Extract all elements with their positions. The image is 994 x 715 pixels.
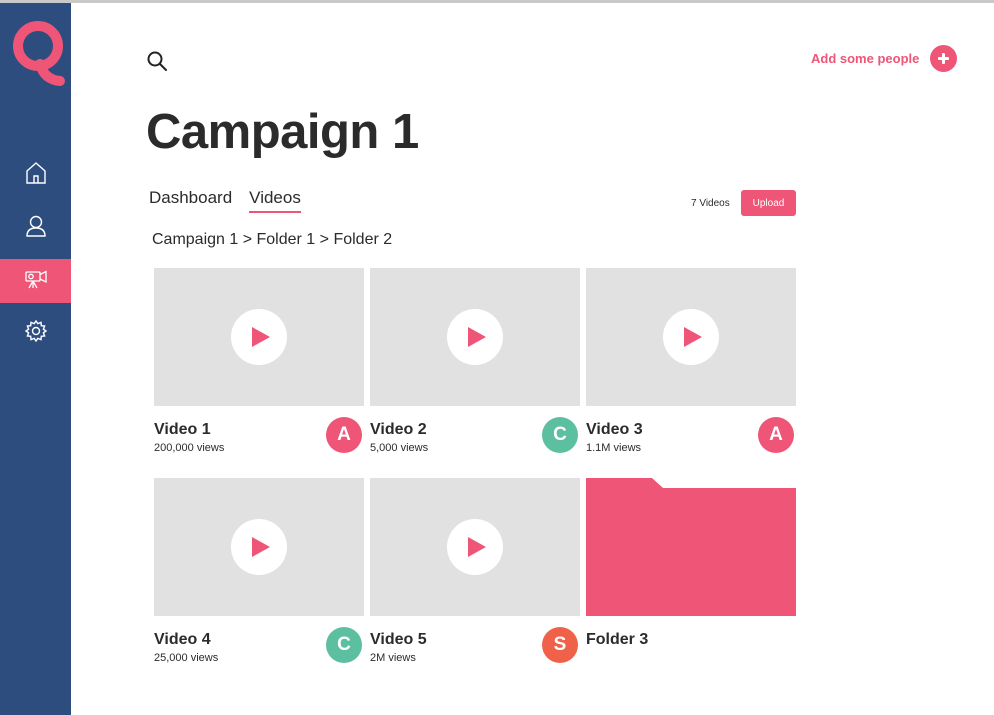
sidebar bbox=[0, 3, 71, 715]
play-icon[interactable] bbox=[447, 519, 503, 575]
breadcrumb[interactable]: Campaign 1 > Folder 1 > Folder 2 bbox=[152, 231, 392, 249]
page-title: Campaign 1 bbox=[146, 105, 419, 159]
sidebar-item-people[interactable] bbox=[0, 206, 71, 250]
avatar[interactable]: C bbox=[326, 627, 362, 663]
user-icon bbox=[25, 214, 47, 243]
video-camera-icon bbox=[24, 268, 48, 295]
avatar[interactable]: C bbox=[542, 417, 578, 453]
play-icon[interactable] bbox=[231, 519, 287, 575]
video-thumbnail[interactable] bbox=[370, 268, 580, 406]
avatar[interactable]: A bbox=[758, 417, 794, 453]
video-count: 7 Videos bbox=[691, 198, 730, 209]
home-icon bbox=[25, 161, 47, 190]
gear-icon bbox=[24, 319, 48, 348]
plus-icon bbox=[930, 45, 958, 72]
sidebar-item-videos[interactable] bbox=[0, 259, 71, 303]
video-thumbnail[interactable] bbox=[154, 478, 364, 616]
video-title[interactable]: Video 1 bbox=[154, 421, 211, 439]
video-views: 200,000 views bbox=[154, 442, 225, 454]
tab-dashboard[interactable]: Dashboard bbox=[149, 188, 232, 213]
sidebar-item-home[interactable] bbox=[0, 153, 71, 197]
play-icon[interactable] bbox=[447, 309, 503, 365]
video-thumbnail[interactable] bbox=[586, 268, 796, 406]
video-title[interactable]: Video 4 bbox=[154, 631, 211, 649]
add-people-label: Add some people bbox=[811, 51, 920, 66]
video-thumbnail[interactable] bbox=[154, 268, 364, 406]
video-title[interactable]: Video 5 bbox=[370, 631, 427, 649]
video-thumbnail[interactable] bbox=[370, 478, 580, 616]
tab-videos[interactable]: Videos bbox=[249, 188, 301, 213]
tab-bar: Dashboard Videos bbox=[149, 188, 318, 213]
search-icon[interactable] bbox=[146, 50, 168, 72]
sidebar-item-settings[interactable] bbox=[0, 311, 71, 355]
play-icon[interactable] bbox=[231, 309, 287, 365]
video-title[interactable]: Video 3 bbox=[586, 421, 643, 439]
video-title[interactable]: Video 2 bbox=[370, 421, 427, 439]
video-views: 5,000 views bbox=[370, 442, 429, 454]
avatar[interactable]: A bbox=[326, 417, 362, 453]
play-icon[interactable] bbox=[663, 309, 719, 365]
app-logo[interactable] bbox=[10, 17, 66, 89]
top-border bbox=[0, 0, 994, 3]
video-views: 2M views bbox=[370, 652, 416, 664]
add-people-button[interactable]: Add some people bbox=[811, 45, 958, 72]
folder-title[interactable]: Folder 3 bbox=[586, 631, 648, 649]
video-views: 1.1M views bbox=[586, 442, 642, 454]
upload-button[interactable]: Upload bbox=[741, 190, 796, 216]
folder-icon[interactable] bbox=[586, 478, 796, 616]
video-views: 25,000 views bbox=[154, 652, 219, 664]
avatar[interactable]: S bbox=[542, 627, 578, 663]
